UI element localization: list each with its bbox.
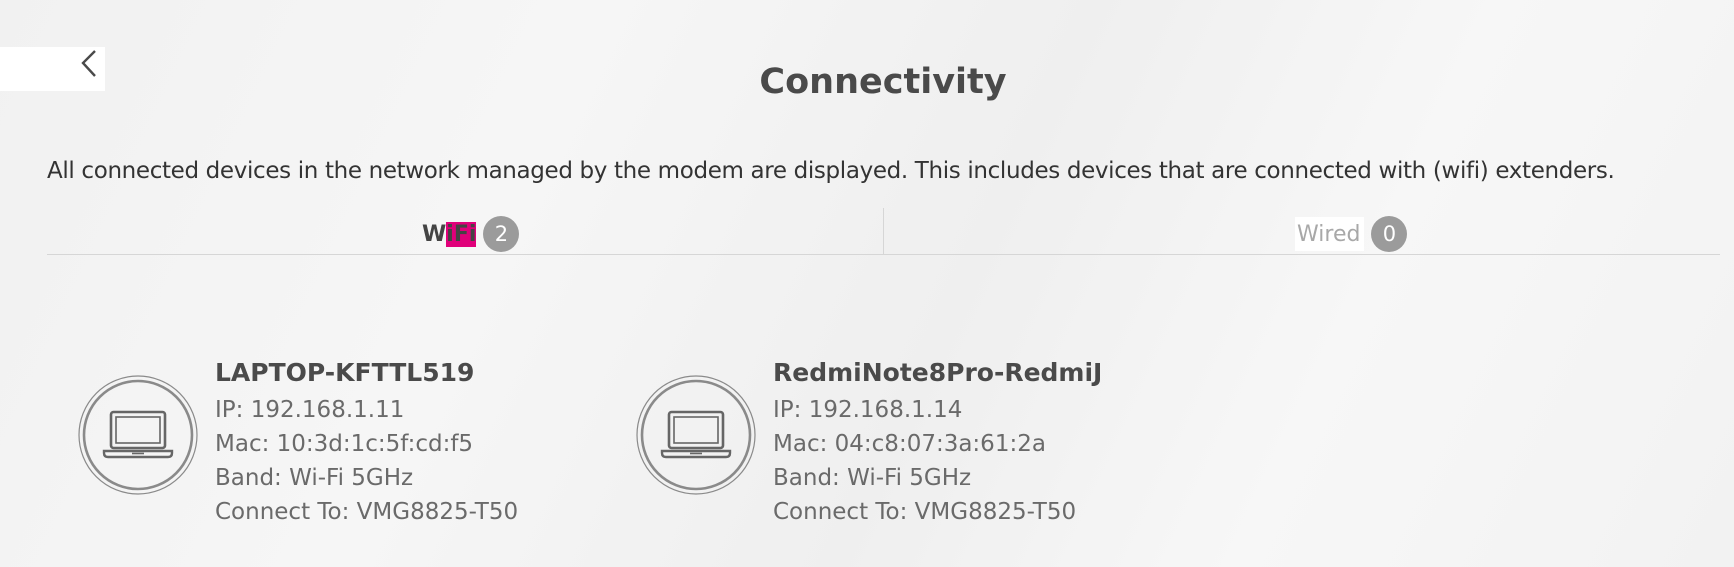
tab-wired-inner[interactable]: Wired 0 [1295,216,1408,252]
device-band: Band: Wi-Fi 5GHz [773,465,972,491]
device-mac: Mac: 04:c8:07:3a:61:2a [773,431,1046,457]
device-band: Band: Wi-Fi 5GHz [215,465,414,491]
device-connect-to: Connect To: VMG8825-T50 [773,499,1077,525]
page-title: Connectivity [759,62,1007,102]
connection-tabs: WiFi 2 Wired 0 [47,208,1720,255]
device-ip: IP: 192.168.1.11 [215,397,405,423]
device-name: RedmiNote8Pro-RedmiJ [773,358,1103,387]
device-info: LAPTOP-KFTTL519 IP: 192.168.1.11 Mac: 10… [215,353,518,529]
tab-wifi-inner[interactable]: WiFi 2 [422,216,520,252]
tab-wifi-label[interactable]: WiFi [422,217,477,251]
laptop-icon[interactable] [78,375,198,495]
device-ip: IP: 192.168.1.14 [773,397,963,423]
laptop-icon[interactable] [636,375,756,495]
wired-count-badge: 0 [1371,216,1408,252]
tab-wifi-label-prefix: W [422,222,447,247]
tab-wired-label[interactable]: Wired [1295,217,1365,251]
device-name: LAPTOP-KFTTL519 [215,358,475,387]
tab-wifi-label-highlight: iFi [446,222,477,247]
wifi-count-badge: 2 [483,216,520,252]
device-connect-to: Connect To: VMG8825-T50 [215,499,519,525]
tab-wired[interactable]: Wired 0 [884,208,1720,254]
tab-wifi[interactable]: WiFi 2 [47,208,883,254]
page-description: All connected devices in the network man… [47,158,1615,184]
device-info: RedmiNote8Pro-RedmiJ IP: 192.168.1.14 Ma… [773,353,1102,529]
device-mac: Mac: 10:3d:1c:5f:cd:f5 [215,431,474,457]
